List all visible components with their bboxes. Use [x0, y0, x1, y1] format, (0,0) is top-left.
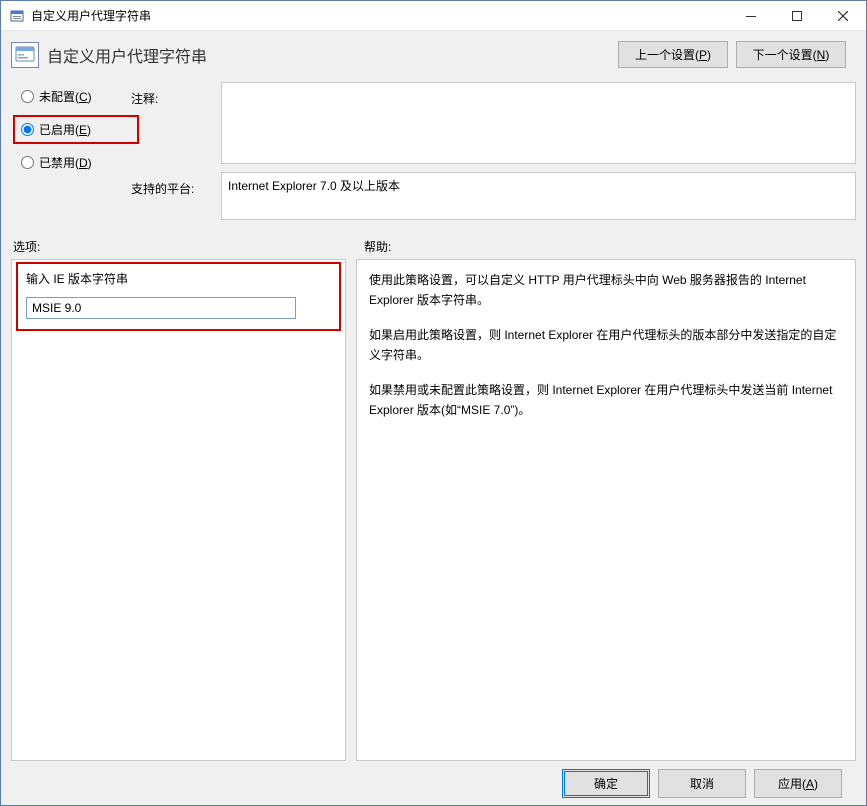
platform-label: 支持的平台: — [131, 172, 221, 197]
ok-button[interactable]: 确定 — [562, 769, 650, 798]
help-paragraph-1: 使用此策略设置，可以自定义 HTTP 用户代理标头中向 Web 服务器报告的 I… — [369, 270, 843, 311]
highlight-enabled: 已启用(E) — [13, 115, 139, 144]
titlebar[interactable]: 自定义用户代理字符串 — [1, 1, 866, 31]
dialog-body: 自定义用户代理字符串 上一个设置(P) 下一个设置(N) 未配置(C) 已启用(… — [1, 31, 866, 805]
highlight-option-input: 输入 IE 版本字符串 — [16, 262, 341, 331]
radio-not-configured[interactable]: 未配置(C) — [21, 88, 131, 105]
window-title: 自定义用户代理字符串 — [31, 7, 728, 24]
version-string-input[interactable] — [26, 297, 296, 319]
maximize-button[interactable] — [774, 1, 820, 30]
radio-not-configured-input[interactable] — [21, 90, 34, 103]
options-heading: 选项: — [11, 238, 346, 255]
version-string-label: 输入 IE 版本字符串 — [26, 270, 331, 287]
lower-panes: 输入 IE 版本字符串 使用此策略设置，可以自定义 HTTP 用户代理标头中向 … — [11, 259, 856, 761]
help-paragraph-3: 如果禁用或未配置此策略设置，则 Internet Explorer 在用户代理标… — [369, 380, 843, 421]
comment-textarea[interactable] — [221, 82, 856, 164]
radio-enabled[interactable]: 已启用(E) — [21, 121, 91, 138]
dialog-window: 自定义用户代理字符串 自定义用户代理字符串 上一个设置(P) 下一个设置(N) … — [0, 0, 867, 806]
prev-setting-button[interactable]: 上一个设置(P) — [618, 41, 728, 68]
platform-value: Internet Explorer 7.0 及以上版本 — [228, 179, 400, 193]
header-row: 自定义用户代理字符串 上一个设置(P) 下一个设置(N) — [11, 41, 856, 68]
options-pane: 输入 IE 版本字符串 — [11, 259, 346, 761]
minimize-button[interactable] — [728, 1, 774, 30]
policy-icon — [11, 42, 39, 68]
radio-disabled[interactable]: 已禁用(D) — [21, 154, 131, 171]
help-pane: 使用此策略设置，可以自定义 HTTP 用户代理标头中向 Web 服务器报告的 I… — [356, 259, 856, 761]
config-grid: 未配置(C) 已启用(E) 已禁用(D) 注释: 支持的平台: Internet… — [11, 82, 856, 220]
window-controls — [728, 1, 866, 30]
next-setting-button[interactable]: 下一个设置(N) — [736, 41, 846, 68]
app-icon — [9, 8, 25, 24]
policy-title: 自定义用户代理字符串 — [47, 43, 618, 67]
help-heading: 帮助: — [346, 238, 856, 255]
section-labels: 选项: 帮助: — [11, 238, 856, 255]
help-paragraph-2: 如果启用此策略设置，则 Internet Explorer 在用户代理标头的版本… — [369, 325, 843, 366]
apply-button[interactable]: 应用(A) — [754, 769, 842, 798]
close-button[interactable] — [820, 1, 866, 30]
dialog-footer: 确定 取消 应用(A) — [11, 761, 856, 805]
radio-enabled-input[interactable] — [21, 123, 34, 136]
supported-platform-box[interactable]: Internet Explorer 7.0 及以上版本 — [221, 172, 856, 220]
cancel-button[interactable]: 取消 — [658, 769, 746, 798]
radio-disabled-input[interactable] — [21, 156, 34, 169]
comment-label: 注释: — [131, 82, 221, 107]
